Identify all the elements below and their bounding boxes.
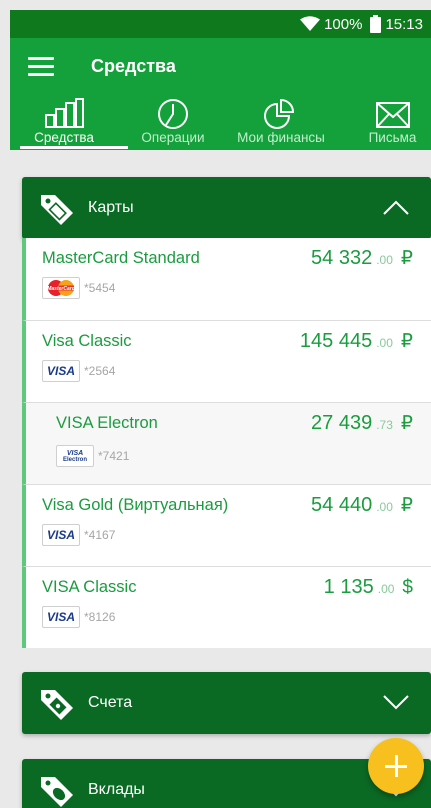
tab-label: Мои финансы bbox=[237, 130, 325, 145]
clock-time: 15:13 bbox=[385, 15, 423, 33]
bar-chart-icon bbox=[45, 98, 84, 128]
piggy-bank-tag-icon bbox=[41, 777, 73, 807]
card-number: *2564 bbox=[84, 364, 116, 378]
mastercard-logo: MasterCard bbox=[42, 277, 80, 299]
svg-text:MasterCard: MasterCard bbox=[47, 286, 75, 292]
tab-bar: Средства Операции Мои финансы Письма bbox=[10, 94, 431, 150]
chevron-up-icon bbox=[383, 200, 409, 215]
visa-icon: VISA bbox=[66, 449, 84, 457]
section-header-accounts[interactable]: Счета bbox=[22, 672, 431, 734]
status-bar: 100% 15:13 bbox=[10, 10, 431, 38]
chevron-down-icon bbox=[383, 695, 409, 710]
tab-label: Письма bbox=[368, 130, 417, 145]
card-balance: 27 439.73 ₽ bbox=[311, 412, 413, 434]
card-number: *8126 bbox=[84, 610, 116, 624]
card-balance: 54 332.00 ₽ bbox=[311, 247, 413, 269]
card-row[interactable]: MasterCard Standard 54 332.00 ₽ MasterCar… bbox=[22, 238, 431, 320]
section-title: Вклады bbox=[88, 781, 145, 798]
visa-logo: VISA bbox=[42, 524, 80, 546]
card-row[interactable]: Visa Gold (Виртуальная) 54 440.00 ₽ VISA … bbox=[22, 484, 431, 566]
visa-icon: VISA bbox=[46, 364, 75, 378]
visa-icon: VISA bbox=[46, 610, 75, 624]
tab-label: Операции bbox=[141, 130, 205, 145]
card-number: *4167 bbox=[84, 528, 116, 542]
card-name: Visa Gold (Виртуальная) bbox=[42, 496, 229, 514]
section-title: Счета bbox=[88, 694, 133, 711]
tab-operations[interactable]: Операции bbox=[118, 94, 228, 150]
card-name: VISA Classic bbox=[42, 578, 137, 596]
card-number: *7421 bbox=[98, 449, 130, 463]
card-name: MasterCard Standard bbox=[42, 249, 200, 267]
card-number: *5454 bbox=[84, 281, 116, 295]
menu-button[interactable] bbox=[26, 54, 56, 78]
add-fab-button[interactable] bbox=[368, 738, 424, 794]
mastercard-icon: MasterCard bbox=[47, 280, 76, 296]
tab-letters[interactable]: Письма bbox=[354, 94, 431, 150]
page-title: Средства bbox=[91, 56, 176, 76]
card-list: MasterCard Standard 54 332.00 ₽ MasterCar… bbox=[22, 238, 431, 648]
tab-my-finances[interactable]: Мои финансы bbox=[228, 94, 334, 150]
card-tag-icon bbox=[41, 195, 73, 225]
card-balance: 1 135.00 $ bbox=[323, 576, 413, 598]
card-name: Visa Classic bbox=[42, 332, 132, 350]
battery-icon bbox=[370, 15, 382, 33]
app-bar: Средства Средства Операции Мои финансы П… bbox=[10, 38, 431, 150]
section-header-cards[interactable]: Карты bbox=[22, 177, 431, 239]
section-title: Карты bbox=[88, 199, 134, 216]
visa-icon: VISA bbox=[46, 528, 75, 542]
battery-percent: 100% bbox=[324, 15, 363, 33]
electron-label: Electron bbox=[62, 456, 87, 463]
clock-icon bbox=[158, 99, 188, 129]
card-row[interactable]: Visa Classic 145 445.00 ₽ VISA *2564 bbox=[22, 320, 431, 402]
card-balance: 54 440.00 ₽ bbox=[311, 494, 413, 516]
visa-logo: VISA bbox=[42, 606, 80, 628]
tab-funds[interactable]: Средства bbox=[10, 94, 118, 150]
card-row[interactable]: VISA Classic 1 135.00 $ VISA *8126 bbox=[22, 566, 431, 648]
money-tag-icon bbox=[41, 690, 73, 720]
card-name: VISA Electron bbox=[56, 414, 158, 432]
card-row[interactable]: VISA Electron 27 439.73 ₽ VISA Electron *… bbox=[22, 402, 431, 484]
envelope-icon bbox=[375, 102, 410, 128]
card-balance: 145 445.00 ₽ bbox=[299, 330, 413, 352]
pie-chart-icon bbox=[264, 98, 295, 129]
tab-label: Средства bbox=[34, 130, 94, 145]
visa-logo: VISA bbox=[42, 360, 80, 382]
active-tab-indicator bbox=[20, 146, 128, 149]
wifi-icon bbox=[300, 16, 321, 31]
visa-electron-logo: VISA Electron bbox=[56, 445, 94, 467]
